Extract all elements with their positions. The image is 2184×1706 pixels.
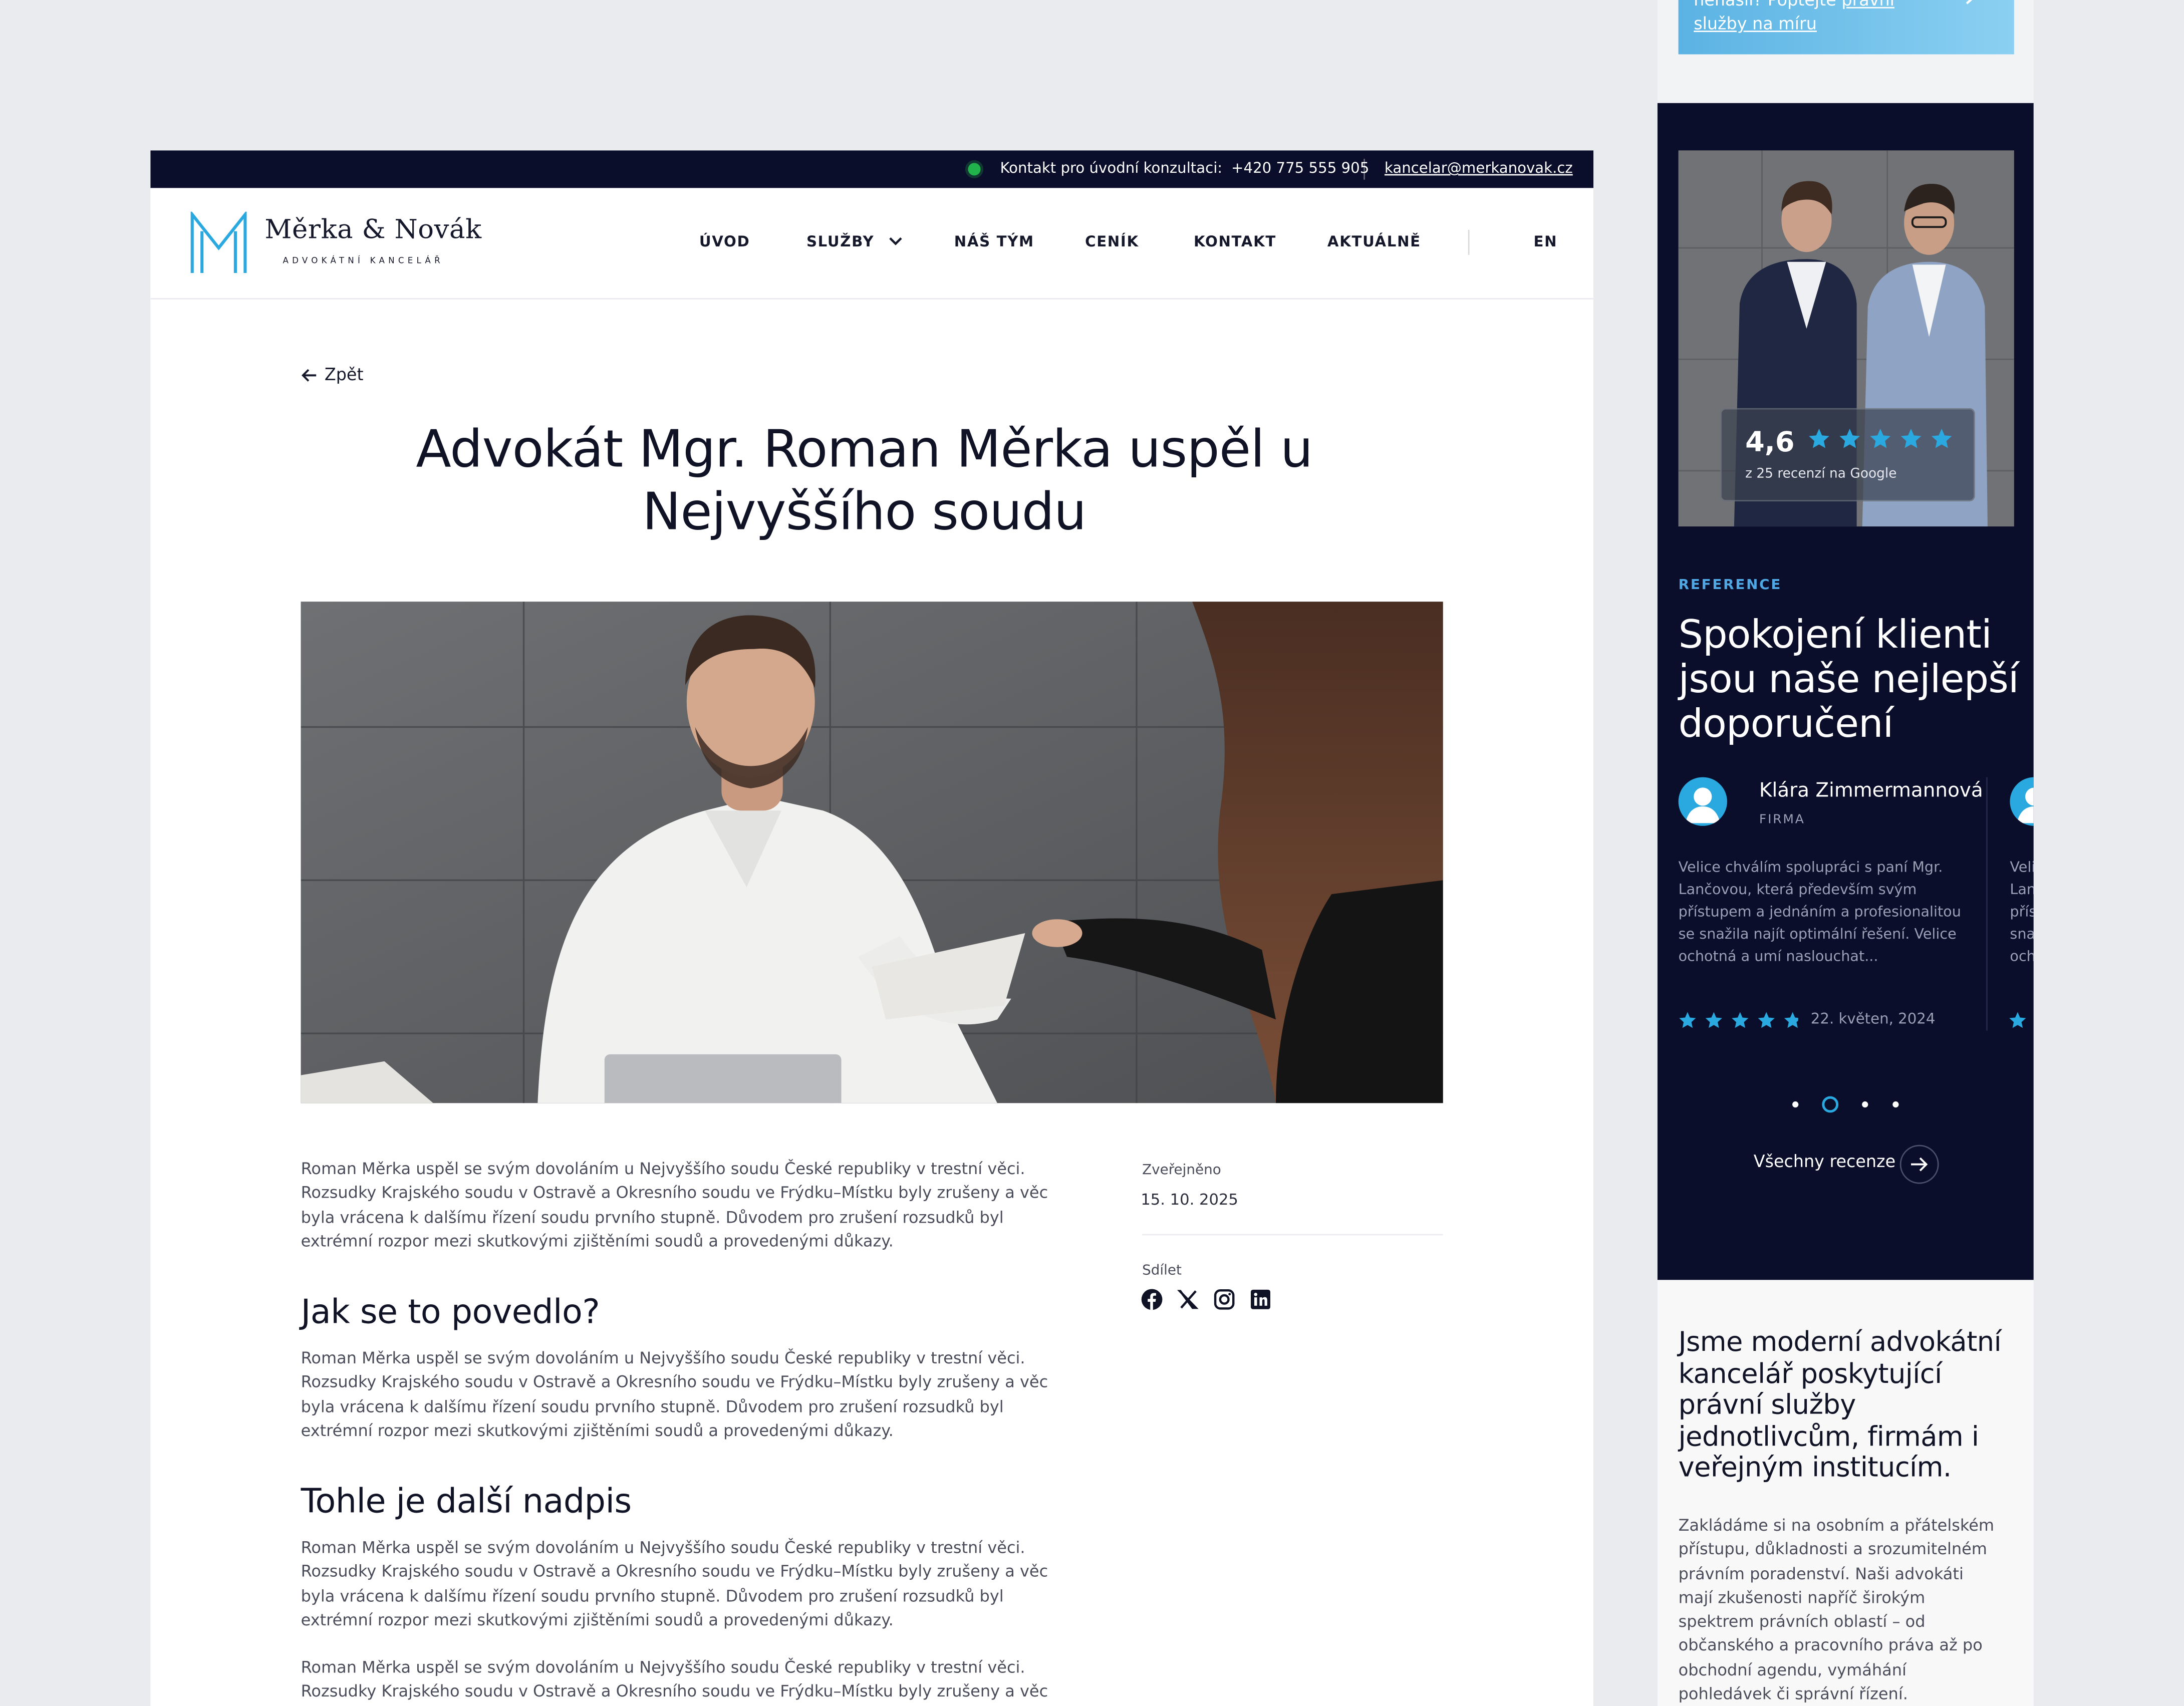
rating-subtitle: z 25 recenzí na Google: [1745, 466, 1897, 482]
brand-subtitle: ADVOKÁTNÍ KANCELÁŘ: [283, 256, 444, 266]
article-page: Kontakt pro úvodní konzultaci: +420 775 …: [150, 150, 1594, 1706]
screenshot-stage: Kontakt pro úvodní konzultaci: +420 775 …: [0, 0, 2184, 1706]
about-text: Zakládáme si na osobním a přátelském pří…: [1678, 1515, 1995, 1703]
review-divider: [1986, 777, 1988, 1031]
online-status-icon: [968, 163, 981, 176]
carousel-dot-4[interactable]: [1892, 1101, 1899, 1108]
rating-stars-icon: [1809, 428, 1952, 448]
next-reviewer-avatar-icon: [2010, 777, 2034, 826]
back-label: Zpět: [324, 365, 364, 385]
article-hero-image: [301, 602, 1443, 1103]
article-paragraph-1: Roman Měrka uspěl se svým dovoláním u Ne…: [301, 1159, 1048, 1251]
published-label: Zveřejněno: [1142, 1163, 1221, 1179]
email-link[interactable]: kancelar@merkanovak.cz: [1385, 160, 1573, 177]
nav-sluzby[interactable]: SLUŽBY: [806, 234, 903, 251]
article-paragraph-2: Roman Měrka uspěl se svým dovoláním u Ne…: [301, 1348, 1048, 1440]
arrow-left-icon: [302, 369, 317, 382]
carousel-dot-2-active[interactable]: [1822, 1096, 1839, 1113]
carousel-dots[interactable]: [1790, 1093, 1901, 1115]
site-header: Měrka & Novák ADVOKÁTNÍ KANCELÁŘ ÚVOD SL…: [150, 188, 1594, 300]
reference-eyebrow: REFERENCE: [1678, 578, 1782, 594]
rating-value: 4,6: [1745, 425, 1795, 458]
nav-uvod[interactable]: ÚVOD: [699, 234, 750, 250]
reviewer-role: FIRMA: [1759, 813, 1805, 827]
brand-name[interactable]: Měrka & Novák: [264, 214, 481, 245]
carousel-dot-1[interactable]: [1792, 1101, 1799, 1108]
published-date: 15. 10. 2025: [1141, 1191, 1238, 1209]
reviewer-avatar-icon: [1678, 777, 1727, 826]
top-contact-bar: Kontakt pro úvodní konzultaci: +420 775 …: [150, 150, 1594, 188]
share-label: Sdílet: [1142, 1263, 1182, 1279]
instagram-icon[interactable]: [1213, 1288, 1235, 1310]
google-rating-card[interactable]: 4,6 z 25 recenzí na Google: [1720, 408, 1975, 502]
next-review-stars-icon: [2009, 1012, 2026, 1028]
review-stars-icon: [1679, 1012, 1798, 1028]
linkedin-icon[interactable]: [1249, 1288, 1271, 1310]
nav-nas-tym[interactable]: NÁŠ TÝM: [954, 234, 1034, 250]
reviewer-name: Klára Zimmermannová: [1759, 780, 1983, 802]
consult-label: Kontakt pro úvodní konzultaci:: [1000, 160, 1223, 177]
banner-text: nenašli? Poptejte právní služby na míru: [1694, 0, 1945, 36]
review-text: Velice chválím spolupráci s paní Mgr. La…: [1678, 859, 1961, 965]
arrow-right-icon: [1966, 0, 1973, 5]
language-switch-en[interactable]: EN: [1533, 234, 1557, 250]
review-date: 22. květen, 2024: [1810, 1011, 1936, 1028]
topbar-divider: [1363, 158, 1365, 180]
nav-kontakt[interactable]: KONTAKT: [1194, 234, 1276, 250]
article-paragraph-4: Roman Měrka uspěl se svým dovoláním u Ne…: [301, 1657, 1048, 1706]
next-review-text: Veli Lan přís sna och: [2010, 859, 2034, 965]
nav-cenik[interactable]: CENÍK: [1085, 234, 1139, 250]
reference-title: Spokojení klienti jsou naše nejlepší dop…: [1678, 611, 2019, 747]
carousel-dot-3[interactable]: [1862, 1101, 1868, 1108]
all-reviews-button[interactable]: [1899, 1145, 1939, 1184]
nav-aktualne[interactable]: AKTUÁLNĚ: [1327, 234, 1421, 250]
facebook-icon[interactable]: [1141, 1288, 1163, 1310]
custom-services-banner[interactable]: nenašli? Poptejte právní služby na míru: [1678, 0, 2014, 55]
article-title: Advokát Mgr. Roman Měrka uspěl u Nejvyšš…: [416, 419, 1313, 542]
chevron-down-icon: [889, 237, 902, 245]
x-icon[interactable]: [1177, 1288, 1199, 1310]
all-reviews-link[interactable]: Všechny recenze: [1754, 1152, 1895, 1172]
meta-divider: [1142, 1234, 1443, 1236]
nav-divider: [1468, 229, 1470, 255]
about-section: Jsme moderní advokátní kancelář poskytuj…: [1657, 1280, 2034, 1706]
phone-link[interactable]: +420 775 555 905: [1231, 160, 1369, 177]
logo-mark-icon[interactable]: [189, 211, 248, 276]
article-heading-2: Tohle je další nadpis: [301, 1482, 632, 1521]
nav-sluzby-label: SLUŽBY: [806, 234, 875, 251]
arrow-right-icon: [1910, 1157, 1928, 1172]
article-heading-1: Jak se to povedlo?: [301, 1292, 600, 1332]
reviews-panel: 4,6 z 25 recenzí na Google REFERENCE Spo…: [1657, 103, 2034, 1280]
about-title: Jsme moderní advokátní kancelář poskytuj…: [1678, 1326, 2002, 1484]
banner-text-prefix: nenašli? Poptejte: [1694, 0, 1842, 10]
back-link[interactable]: Zpět: [301, 365, 364, 385]
article-paragraph-3: Roman Měrka uspěl se svým dovoláním u Ne…: [301, 1537, 1048, 1630]
